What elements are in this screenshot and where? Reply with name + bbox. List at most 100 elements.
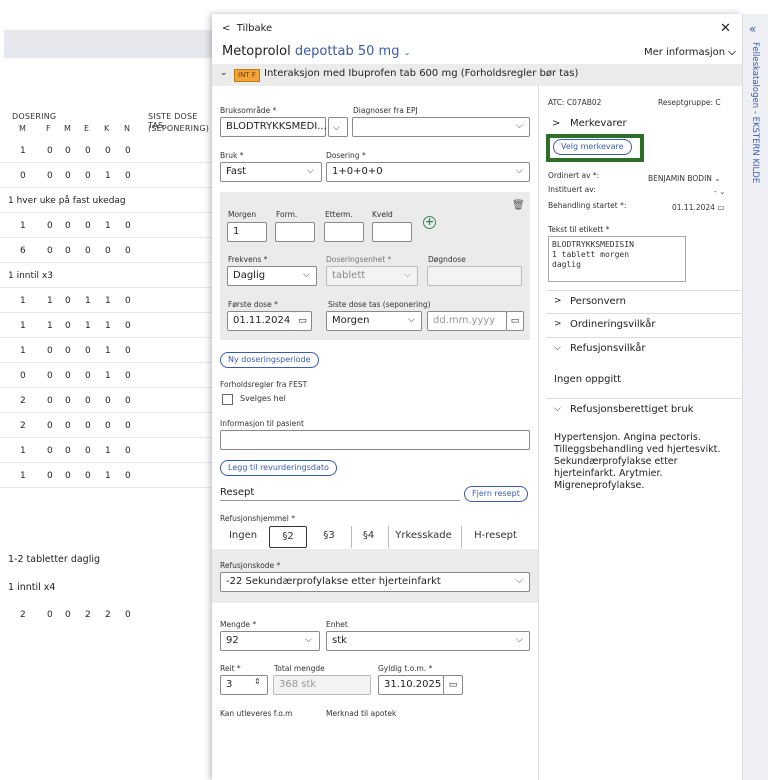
chevron-down-icon: ⌵ [303, 270, 310, 280]
felleskatalogen-side-panel[interactable]: « Felleskatalogen - EKSTERN KILDE [742, 14, 768, 780]
table-row[interactable]: 1 hver uke på fast ukedag [0, 189, 212, 213]
refusjon-option[interactable]: §2 [269, 526, 307, 548]
table-row[interactable]: 2 0 0 0 0 0 [0, 414, 212, 438]
mengde-label: Mengde * [220, 620, 257, 629]
dose-value: 0 [65, 610, 71, 620]
dose-value: 1 [20, 446, 26, 456]
table-row[interactable]: 1 0 0 0 1 0 [0, 214, 212, 238]
ny-doseringsperiode-button[interactable]: Ny doseringsperiode [220, 352, 319, 368]
background-dosing-table: DOSERING SISTE DOSE TAS (SEPONERING) MFM… [0, 0, 212, 780]
refusjon-option[interactable]: §4 [351, 526, 385, 548]
dose-value: 0 [47, 421, 53, 431]
dose-value: 1 [105, 446, 111, 456]
table-row[interactable]: 0 0 0 0 1 0 [0, 164, 212, 188]
instituert-av-select[interactable]: - ⌄ [714, 187, 725, 196]
drug-form-dropdown[interactable]: depottab 50 mg ⌄ [295, 44, 410, 59]
diagnoser-label: Diagnoser fra EPJ [353, 106, 418, 115]
refusjonsvilkar-section[interactable]: ⌵ Refusjonsvilkår [546, 338, 742, 362]
table-row[interactable]: 1 0 0 0 1 0 [0, 464, 212, 488]
table-row[interactable]: 1 1 0 1 1 0 [0, 314, 212, 338]
chevron-right-icon: > [554, 319, 562, 329]
interaction-warning-bar[interactable]: ⌄ INT F Interaksjon med Ibuprofen tab 60… [212, 64, 742, 86]
dose-value: 0 [47, 396, 53, 406]
side-panel-label: Felleskatalogen - EKSTERN KILDE [750, 42, 760, 184]
dose-value: 0 [125, 610, 131, 620]
enhet-select[interactable]: stk [326, 631, 530, 651]
back-link[interactable]: < Tilbake [222, 23, 272, 34]
info-pasient-input[interactable] [220, 430, 530, 450]
dose-value: 1 [105, 296, 111, 306]
dogndose-field [427, 266, 522, 286]
velg-merkevare-button[interactable]: Velg merkevare [553, 139, 632, 155]
gyldig-label: Gyldig t.o.m. * [378, 664, 433, 673]
personvern-section[interactable]: > Personvern [546, 290, 742, 314]
revurderingsdato-button[interactable]: Legg til revurderingsdato [220, 460, 337, 476]
table-row[interactable]: 0 0 0 0 1 0 [0, 364, 212, 388]
dose-value: 0 [125, 146, 131, 156]
refusjon-option[interactable]: H-resept [461, 526, 529, 548]
dose-value: 0 [47, 346, 53, 356]
behandling-date[interactable]: 01.11.2024 ▭ [672, 203, 724, 212]
dose-value: 1 [20, 471, 26, 481]
collapse-icon[interactable]: « [749, 22, 756, 36]
form-input[interactable] [275, 222, 315, 242]
calendar-icon[interactable]: ▭ [443, 675, 463, 695]
chevron-down-icon: ⌵ [728, 47, 736, 58]
chevron-down-icon: ⌵ [516, 121, 523, 131]
background-toolbar [4, 30, 212, 58]
reit-stepper[interactable]: 3 [220, 675, 268, 695]
dose-value: 0 [105, 146, 111, 156]
stepper-arrows-icon[interactable]: ⇕ [254, 677, 261, 686]
chevron-down-icon: ⌵ [305, 635, 312, 645]
ordineringsvilkar-section[interactable]: > Ordineringsvilkår [546, 314, 742, 338]
gyldig-input[interactable]: 31.10.2025 [378, 675, 444, 695]
refusjon-option[interactable]: Ingen [220, 526, 266, 548]
calendar-icon[interactable]: ▭ [506, 311, 524, 331]
dose-value: 0 [20, 371, 26, 381]
dose-value: 0 [85, 446, 91, 456]
diagnoser-select[interactable] [352, 117, 530, 137]
refusjonskode-select[interactable]: -22 Sekundærprofylakse etter hjerteinfar… [220, 572, 530, 592]
bruksomrade-toggle[interactable]: ⌵ [328, 117, 348, 137]
merkevarer-toggle[interactable]: > Merkevarer [552, 118, 627, 129]
table-row[interactable]: 2 0 0 0 0 0 [0, 389, 212, 413]
table-row[interactable]: 1 0 0 0 1 0 [0, 339, 212, 363]
refusjon-option[interactable]: §3 [310, 526, 348, 548]
calendar-icon[interactable]: ▭ [294, 311, 312, 331]
reseptgruppe: Reseptgruppe: C [658, 98, 721, 107]
fjern-resept-button[interactable]: Fjern resept [464, 486, 528, 502]
etterm-input[interactable] [324, 222, 364, 242]
table-row[interactable]: 1 1 0 1 1 0 [0, 289, 212, 313]
dose-value: 0 [47, 171, 53, 181]
dosering-select[interactable]: 1+0+0+0 [326, 162, 530, 182]
tekst-etikett-textarea[interactable]: BLODTRYKKSMEDISIN 1 tablett morgen dagli… [548, 236, 686, 282]
more-info-toggle[interactable]: Mer informasjon ⌵ [644, 47, 736, 58]
trash-icon[interactable]: 🗑 [512, 200, 525, 211]
dose-value: 1 [105, 346, 111, 356]
svelges-hel-checkbox[interactable] [222, 394, 233, 405]
dose-value: 1 [85, 296, 91, 306]
table-row[interactable]: 1 inntil x3 [0, 264, 212, 288]
kveld-input[interactable] [372, 222, 412, 242]
enhet-label: Enhet [326, 620, 348, 629]
chevron-down-icon: ⌵ [516, 166, 523, 176]
forste-dose-label: Første dose * [228, 300, 278, 309]
morgen-input[interactable]: 1 [227, 222, 267, 242]
siste-dose-date-input[interactable]: dd.mm.yyyy [427, 311, 507, 331]
dose-value: 2 [20, 421, 26, 431]
dose-value: 0 [105, 421, 111, 431]
chevron-down-icon: ⌵ [333, 123, 340, 133]
close-icon[interactable]: ✕ [720, 21, 731, 36]
chevron-down-icon: ⌵ [404, 270, 411, 280]
plus-circle-icon[interactable]: + [423, 216, 436, 229]
ordinert-av-select[interactable]: BENJAMIN BODIN ⌄ [648, 174, 721, 183]
table-row[interactable]: 6 0 0 0 0 0 [0, 239, 212, 263]
table-row[interactable]: 1 0 0 0 1 0 [0, 439, 212, 463]
refusjon-option[interactable]: Yrkesskade [388, 526, 458, 548]
dose-value: 0 [125, 321, 131, 331]
table-row[interactable]: 1 0 0 0 0 0 [0, 139, 212, 163]
bruksomrade-select[interactable]: BLODTRYKKSMEDI... [220, 117, 327, 137]
refusjonsberettiget-section[interactable]: ⌵ Refusjonsberettiget bruk [546, 398, 742, 422]
tekst-etikett-label: Tekst til etikett * [548, 225, 610, 234]
dose-value: 0 [85, 171, 91, 181]
